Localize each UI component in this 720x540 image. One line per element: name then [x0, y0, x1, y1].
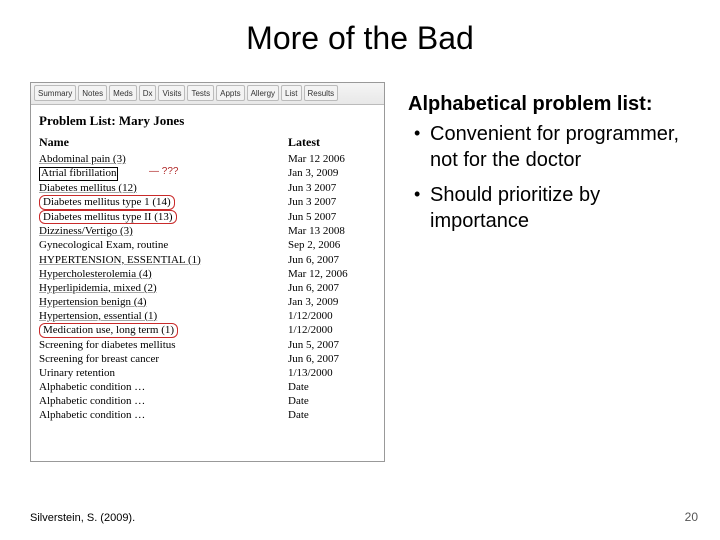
- problem-list-table: Name Latest Abdominal pain (3) Mar 12 20…: [31, 135, 384, 422]
- problem-latest: Sep 2, 2006: [288, 238, 378, 252]
- commentary-block: Alphabetical problem list: Convenient fo…: [408, 92, 698, 244]
- column-header-name: Name: [39, 135, 288, 152]
- problem-latest: Date: [288, 408, 378, 422]
- toolbar-button[interactable]: Appts: [216, 85, 244, 101]
- problem-name: Hypertension, essential (1): [39, 309, 288, 323]
- problem-latest: 1/13/2000: [288, 366, 378, 380]
- ehr-screenshot: Summary Notes Meds Dx Visits Tests Appts…: [30, 82, 385, 462]
- problem-latest: Jun 5 2007: [288, 210, 378, 225]
- toolbar-button[interactable]: Visits: [158, 85, 185, 101]
- slide: More of the Bad Summary Notes Meds Dx Vi…: [0, 0, 720, 540]
- problem-name: Urinary retention: [39, 366, 288, 380]
- problem-name: Diabetes mellitus (12): [39, 181, 288, 195]
- problem-latest: Date: [288, 394, 378, 408]
- ehr-toolbar: Summary Notes Meds Dx Visits Tests Appts…: [31, 83, 384, 105]
- problem-name: Medication use, long term (1): [39, 323, 288, 338]
- problem-name: Hypercholesterolemia (4): [39, 267, 288, 281]
- toolbar-button[interactable]: Meds: [109, 85, 137, 101]
- toolbar-button[interactable]: List: [281, 85, 301, 101]
- toolbar-button[interactable]: Dx: [139, 85, 157, 101]
- problem-latest: Jun 6, 2007: [288, 281, 378, 295]
- problem-name: Alphabetic condition …: [39, 408, 288, 422]
- problem-latest: Jun 3 2007: [288, 181, 378, 195]
- problem-name: Gynecological Exam, routine: [39, 238, 288, 252]
- problem-latest: Mar 12, 2006: [288, 267, 378, 281]
- problem-latest: Mar 12 2006: [288, 152, 378, 166]
- toolbar-button[interactable]: Tests: [187, 85, 214, 101]
- toolbar-button[interactable]: Summary: [34, 85, 76, 101]
- problem-name: Screening for diabetes mellitus: [39, 338, 288, 352]
- commentary-list: Convenient for programmer, not for the d…: [408, 122, 698, 234]
- problem-name: Hypertension benign (4): [39, 295, 288, 309]
- annotation-question: — ???: [149, 166, 178, 179]
- problem-name: Diabetes mellitus type II (13): [39, 210, 288, 225]
- citation: Silverstein, S. (2009).: [30, 512, 135, 524]
- problem-latest: Date: [288, 380, 378, 394]
- commentary-bullet: Convenient for programmer, not for the d…: [408, 122, 698, 173]
- problem-latest: Jun 5, 2007: [288, 338, 378, 352]
- problem-latest: 1/12/2000: [288, 309, 378, 323]
- problem-latest: Jun 6, 2007: [288, 352, 378, 366]
- problem-latest: 1/12/2000: [288, 323, 378, 338]
- problem-latest: Jan 3, 2009: [288, 166, 378, 181]
- problem-latest: Jun 6, 2007: [288, 253, 378, 267]
- problem-name: Diabetes mellitus type 1 (14): [39, 195, 288, 210]
- toolbar-button[interactable]: Allergy: [247, 85, 279, 101]
- toolbar-button[interactable]: Notes: [78, 85, 107, 101]
- commentary-heading: Alphabetical problem list:: [408, 92, 698, 116]
- problem-list-heading: Problem List: Mary Jones: [31, 105, 384, 135]
- problem-name: Hyperlipidemia, mixed (2): [39, 281, 288, 295]
- problem-name: Screening for breast cancer: [39, 352, 288, 366]
- page-number: 20: [685, 510, 698, 524]
- problem-name: Alphabetic condition …: [39, 380, 288, 394]
- problem-latest: Mar 13 2008: [288, 224, 378, 238]
- problem-name: Abdominal pain (3): [39, 152, 288, 166]
- problem-name: Alphabetic condition …: [39, 394, 288, 408]
- problem-name: HYPERTENSION, ESSENTIAL (1): [39, 253, 288, 267]
- problem-name: Atrial fibrillation — ???: [39, 166, 288, 181]
- problem-latest: Jun 3 2007: [288, 195, 378, 210]
- column-header-latest: Latest: [288, 135, 378, 152]
- slide-title: More of the Bad: [0, 20, 720, 57]
- problem-name: Dizziness/Vertigo (3): [39, 224, 288, 238]
- commentary-bullet: Should prioritize by importance: [408, 183, 698, 234]
- toolbar-button[interactable]: Results: [304, 85, 339, 101]
- problem-latest: Jan 3, 2009: [288, 295, 378, 309]
